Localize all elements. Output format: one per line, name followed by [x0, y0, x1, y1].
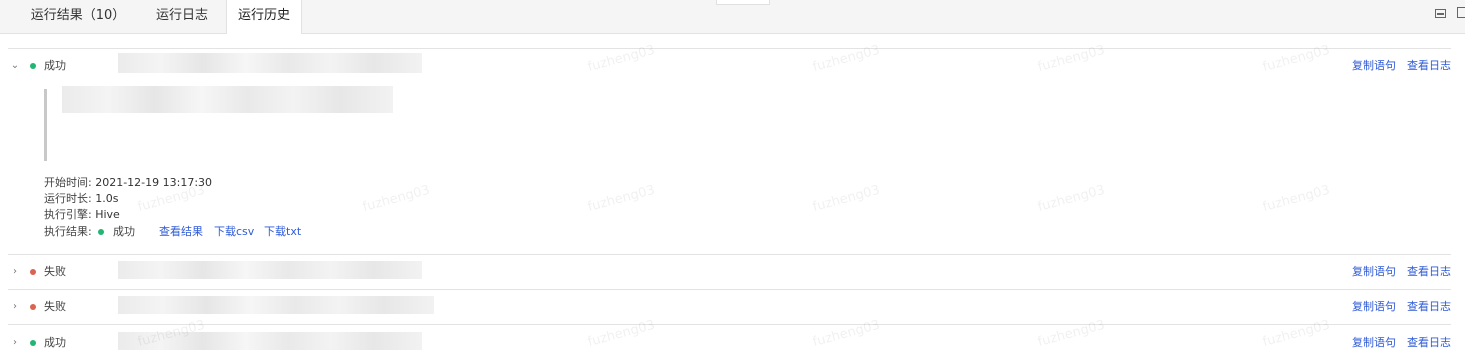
redacted-query	[118, 296, 434, 314]
watermark: fuzheng03	[586, 182, 657, 215]
chevron-right-icon[interactable]: ›	[10, 337, 20, 349]
status-label: 失败	[44, 300, 66, 313]
status-label: 失败	[44, 265, 66, 278]
download-txt-link[interactable]: 下载txt	[264, 225, 301, 239]
watermark: fuzheng03	[1036, 182, 1107, 215]
divider	[8, 289, 1451, 290]
start-time-label: 开始时间:	[44, 176, 92, 189]
duration-label: 运行时长:	[44, 192, 92, 205]
view-log-button[interactable]: 查看日志	[1407, 336, 1451, 350]
tab-run-log[interactable]: 运行日志	[141, 0, 223, 33]
maximize-icon[interactable]	[1457, 7, 1465, 18]
view-log-button[interactable]: 查看日志	[1407, 59, 1451, 73]
result-status-text: 成功	[113, 225, 135, 238]
copy-statement-button[interactable]: 复制语句	[1352, 265, 1396, 279]
download-csv-link[interactable]: 下载csv	[214, 225, 254, 239]
copy-statement-button[interactable]: 复制语句	[1352, 336, 1396, 350]
watermark: fuzheng03	[1261, 182, 1332, 215]
history-row[interactable]: ⌄ 成功 复制语句 查看日志	[0, 53, 1465, 77]
engine-value: Hive	[95, 208, 120, 221]
result-line: 执行结果:	[44, 225, 92, 239]
chevron-right-icon[interactable]: ›	[10, 301, 20, 313]
query-preview-border	[44, 89, 47, 161]
status-dot-failure	[30, 304, 36, 310]
panel-resize-handle[interactable]	[716, 0, 770, 5]
view-result-link[interactable]: 查看结果	[159, 225, 203, 239]
duration-value: 1.0s	[95, 192, 119, 205]
minimize-icon[interactable]	[1435, 9, 1446, 18]
divider	[8, 48, 1451, 49]
view-log-button[interactable]: 查看日志	[1407, 300, 1451, 314]
watermark: fuzheng03	[361, 182, 432, 215]
copy-statement-button[interactable]: 复制语句	[1352, 59, 1396, 73]
history-row[interactable]: › 成功 复制语句 查看日志	[0, 332, 1465, 354]
view-log-button[interactable]: 查看日志	[1407, 265, 1451, 279]
redacted-query-preview	[62, 86, 393, 113]
chevron-down-icon[interactable]: ⌄	[10, 60, 20, 72]
tab-bar: 运行结果（10） 运行日志 运行历史	[0, 0, 1465, 34]
status-dot-success	[30, 340, 36, 346]
chevron-right-icon[interactable]: ›	[10, 266, 20, 278]
history-row[interactable]: › 失败 复制语句 查看日志	[0, 296, 1465, 318]
watermark: fuzheng03	[811, 182, 882, 215]
duration-line: 运行时长: 1.0s	[44, 192, 118, 206]
divider	[8, 324, 1451, 325]
status-label: 成功	[44, 336, 66, 349]
divider	[8, 254, 1451, 255]
status-dot-success	[30, 63, 36, 69]
redacted-query	[118, 53, 422, 73]
result-label: 执行结果:	[44, 225, 92, 238]
engine-line: 执行引擎: Hive	[44, 208, 120, 222]
result-status-dot	[98, 229, 104, 235]
status-dot-failure	[30, 269, 36, 275]
status-label: 成功	[44, 59, 66, 72]
copy-statement-button[interactable]: 复制语句	[1352, 300, 1396, 314]
tab-run-results[interactable]: 运行结果（10）	[22, 0, 134, 33]
engine-label: 执行引擎:	[44, 208, 92, 221]
tab-run-history[interactable]: 运行历史	[226, 0, 302, 34]
history-row[interactable]: › 失败 复制语句 查看日志	[0, 261, 1465, 283]
redacted-query	[118, 261, 422, 279]
